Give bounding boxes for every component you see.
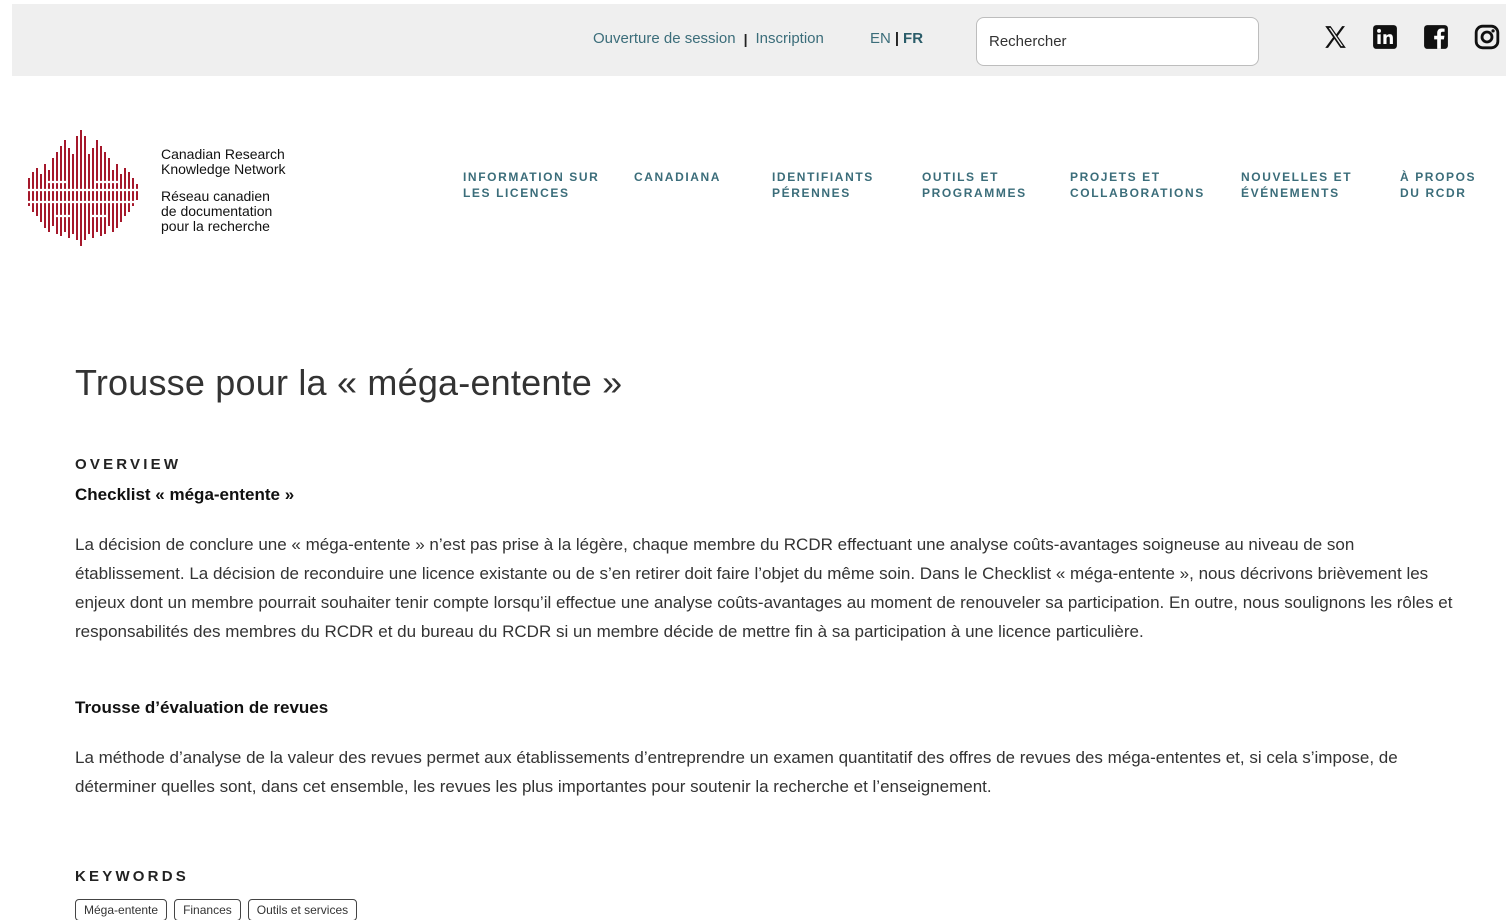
- nav-item-identifiants[interactable]: IDENTIFIANTS PÉRENNES: [772, 169, 874, 201]
- page-title: Trousse pour la « méga-entente »: [75, 362, 623, 403]
- evaluation-paragraph: La méthode d’analyse de la valeur des re…: [75, 748, 1398, 796]
- nav-item-projets[interactable]: PROJETS ET COLLABORATIONS: [1070, 169, 1205, 201]
- nav-item-nouvelles[interactable]: NOUVELLES ET ÉVÉNEMENTS: [1241, 169, 1352, 201]
- nav-item-a-propos[interactable]: À PROPOS DU RCDR: [1400, 169, 1476, 201]
- keywords-heading: KEYWORDS: [75, 868, 189, 885]
- keyword-tag[interactable]: Méga-entente: [75, 899, 168, 920]
- signup-link[interactable]: Inscription: [756, 30, 824, 47]
- checklist-heading: Checklist « méga-entente »: [75, 485, 295, 504]
- lang-en-link[interactable]: EN: [870, 30, 891, 47]
- x-icon[interactable]: [1322, 24, 1348, 50]
- auth-separator: |: [743, 30, 748, 47]
- instagram-icon[interactable]: [1474, 24, 1500, 50]
- keyword-tag[interactable]: Outils et services: [247, 899, 358, 920]
- login-link[interactable]: Ouverture de session: [593, 30, 736, 47]
- language-switcher: EN | FR: [870, 30, 923, 47]
- nav-item-canadiana[interactable]: CANADIANA: [634, 169, 721, 185]
- nav-item-outils[interactable]: OUTILS ET PROGRAMMES: [922, 169, 1027, 201]
- overview-heading: OVERVIEW: [75, 456, 182, 473]
- lang-separator: |: [894, 30, 900, 47]
- linkedin-icon[interactable]: [1372, 24, 1398, 50]
- checklist-paragraph: La décision de conclure une « méga-enten…: [75, 535, 1453, 641]
- evaluation-heading: Trousse d’évaluation de revues: [75, 698, 329, 717]
- auth-links: Ouverture de session | Inscription: [593, 30, 824, 47]
- top-utility-bar: Ouverture de session | Inscription EN | …: [12, 4, 1506, 76]
- nav-item-licences[interactable]: INFORMATION SUR LES LICENCES: [463, 169, 599, 201]
- main-nav: INFORMATION SUR LES LICENCES CANADIANA I…: [0, 169, 1506, 209]
- facebook-icon[interactable]: [1423, 24, 1449, 50]
- keyword-tag[interactable]: Finances: [174, 899, 241, 920]
- keyword-tags: Méga-entente Finances Outils et services: [75, 899, 358, 920]
- lang-fr-link[interactable]: FR: [903, 30, 923, 47]
- search-input[interactable]: [976, 17, 1259, 66]
